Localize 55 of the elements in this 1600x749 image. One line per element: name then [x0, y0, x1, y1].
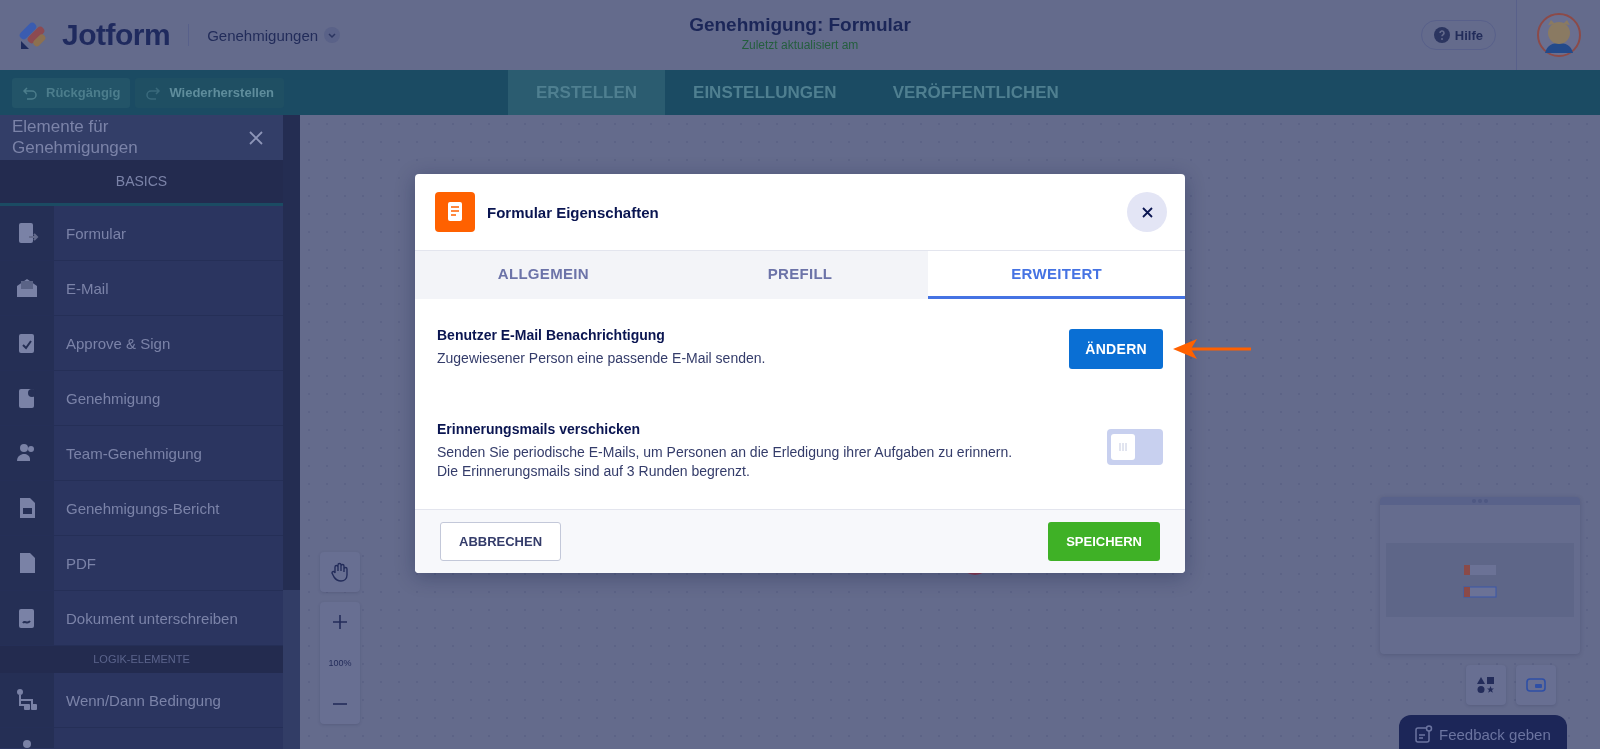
minus-icon [333, 703, 347, 705]
zoom-level: 100% [328, 657, 352, 670]
feedback-button[interactable]: Feedback geben [1399, 715, 1567, 749]
setting-title: Benutzer E-Mail Benachrichtigung [437, 327, 666, 343]
question-icon [1433, 27, 1450, 43]
setting-description: Zugewiesener Person eine passende E-Mail senden. [437, 349, 766, 368]
redo-button[interactable]: Wiederherstellen [135, 77, 285, 108]
section-tab[interactable]: BASICS [0, 160, 283, 206]
dialog-tab[interactable]: ALLGEMEIN [415, 251, 672, 299]
grip-icon [1118, 442, 1128, 452]
element-icon [15, 276, 39, 300]
minimap-toggle-button[interactable] [1516, 665, 1556, 705]
flow-icon [15, 688, 39, 712]
undo-icon [22, 84, 38, 101]
dialog-tab[interactable]: ERWEITERT [928, 251, 1185, 299]
toggle-switch[interactable] [1107, 429, 1163, 465]
cancel-button[interactable]: ABBRECHEN [440, 521, 562, 561]
shapes-button[interactable] [1466, 665, 1506, 705]
element-item[interactable]: Dokument unterschreiben [0, 591, 283, 646]
close-button[interactable] [1127, 192, 1167, 232]
element-item[interactable]: Team-Genehmigung [0, 426, 283, 481]
section-heading: LOGIK-ELEMENTE [0, 646, 283, 673]
redo-icon [145, 84, 162, 101]
feedback-icon [1415, 725, 1433, 743]
close-icon[interactable] [249, 130, 263, 145]
last-updated-text: Zuletzt aktualisiert am [741, 38, 859, 52]
workspace-dropdown[interactable]: Genehmigungen [207, 26, 341, 44]
element-item[interactable]: E-Mail [0, 261, 283, 316]
element-item[interactable]: Genehmigungs-Bericht [0, 481, 283, 536]
brand-name: Jotform [62, 18, 171, 52]
dialog-title: Formular Eigenschaften [487, 203, 659, 221]
element-item[interactable]: Genehmigung [0, 371, 283, 426]
change-button[interactable]: ÄNDERN [1069, 329, 1163, 369]
hand-icon [331, 562, 349, 582]
form-title: Genehmigung: Formular [689, 14, 911, 36]
plus-icon [333, 615, 347, 629]
minimap[interactable] [1380, 497, 1580, 654]
avatar-icon[interactable] [1537, 13, 1581, 57]
dialog-tab[interactable]: PREFILL [671, 251, 929, 299]
element-item[interactable]: PDF [0, 536, 283, 591]
setting-title: Erinnerungsmails verschicken [437, 421, 642, 437]
element-item[interactable]: Formular [0, 206, 283, 261]
caret-icon [324, 27, 341, 43]
element-item[interactable]: Approve & Sign [0, 316, 283, 371]
save-button[interactable]: SPEICHERN [1048, 521, 1160, 561]
shapes-icon [1477, 676, 1495, 694]
form-icon [435, 192, 475, 232]
minimap-icon [1526, 678, 1546, 692]
element-item[interactable]: Wenn/Dann Bedingung [0, 673, 283, 728]
hand-tool-button[interactable] [320, 552, 360, 592]
arrow-icon [1173, 338, 1251, 360]
scrollbar-thumb[interactable] [283, 590, 300, 749]
sidebar-title: Elemente für Genehmigungen [12, 117, 139, 158]
setting-description: Senden Sie periodische E-Mails, um Personen an die Erledigung ihrer Aufgaben zu erinnern. Die Erinnerungsmails sind auf 3 Runden begrenzt. [437, 443, 1014, 481]
close-icon [1141, 206, 1153, 218]
